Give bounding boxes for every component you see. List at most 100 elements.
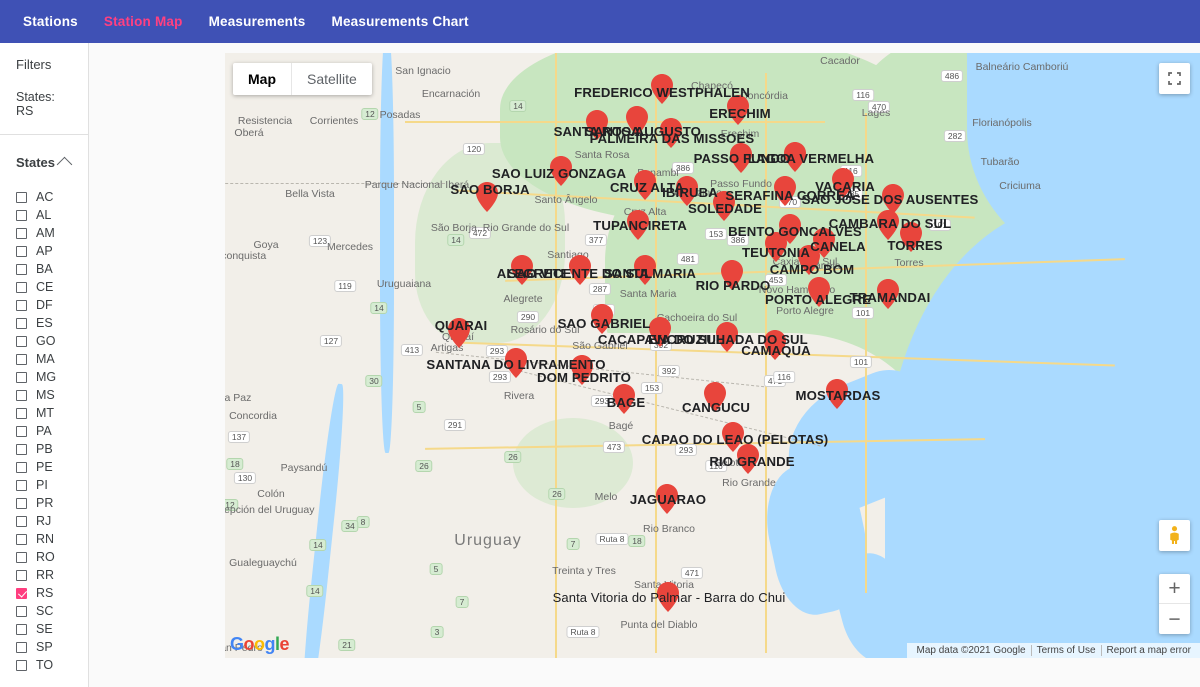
state-filter-ba[interactable]: BA — [16, 260, 74, 278]
station-marker-label: TEUTONIA — [742, 245, 810, 260]
road-shield: 21 — [338, 639, 356, 651]
state-filter-al[interactable]: AL — [16, 206, 74, 224]
checkbox-rs[interactable] — [16, 587, 27, 599]
checkbox-al[interactable] — [16, 209, 27, 221]
state-filter-ro[interactable]: RO — [16, 548, 74, 566]
road-shield: 127 — [319, 335, 343, 347]
road-shield: 153 — [704, 228, 728, 240]
street-view-pegman-icon[interactable] — [1159, 520, 1190, 551]
checkbox-rn[interactable] — [16, 533, 27, 545]
checkbox-pb[interactable] — [16, 443, 27, 455]
state-filter-mg[interactable]: MG — [16, 368, 74, 386]
google-logo-letter: o — [243, 634, 255, 654]
state-filter-pr[interactable]: PR — [16, 494, 74, 512]
state-filter-rr[interactable]: RR — [16, 566, 74, 584]
zoom-out-button[interactable]: − — [1159, 604, 1190, 634]
checkbox-ac[interactable] — [16, 191, 27, 203]
road-shield: 30 — [365, 375, 383, 387]
state-filter-ce[interactable]: CE — [16, 278, 74, 296]
checkbox-to[interactable] — [16, 659, 27, 671]
states-filter-card: States AC AL AM AP BA CE DF ES GO MA MG MS MT PA PB PE P… — [0, 135, 88, 684]
checkbox-mt[interactable] — [16, 407, 27, 419]
checkbox-ap[interactable] — [16, 245, 27, 257]
state-filter-rn[interactable]: RN — [16, 530, 74, 548]
state-filter-rj[interactable]: RJ — [16, 512, 74, 530]
checkbox-rr[interactable] — [16, 569, 27, 581]
checkbox-es[interactable] — [16, 317, 27, 329]
state-filter-sc[interactable]: SC — [16, 602, 74, 620]
state-filter-pa[interactable]: PA — [16, 422, 74, 440]
road-shield: 18 — [226, 458, 244, 470]
fullscreen-icon[interactable] — [1159, 63, 1190, 94]
road-shield: 3 — [430, 626, 444, 638]
checkbox-ce[interactable] — [16, 281, 27, 293]
map-place-label: Rio Grande — [722, 477, 776, 489]
station-marker-label: CAMAQUA — [741, 343, 811, 358]
road-shield: 282 — [943, 130, 967, 142]
map-type-control[interactable]: Map Satellite — [233, 63, 372, 95]
state-filter-pe[interactable]: PE — [16, 458, 74, 476]
nav-tab-measurements[interactable]: Measurements — [196, 0, 319, 43]
road-shield: 14 — [509, 100, 527, 112]
checkbox-sp[interactable] — [16, 641, 27, 653]
state-filter-pb[interactable]: PB — [16, 440, 74, 458]
checkbox-mg[interactable] — [16, 371, 27, 383]
nav-tab-stations[interactable]: Stations — [10, 0, 91, 43]
map-place-label: Colón — [257, 488, 285, 500]
checkbox-rj[interactable] — [16, 515, 27, 527]
state-filter-sp[interactable]: SP — [16, 638, 74, 656]
road-shield: 26 — [548, 488, 566, 500]
checkbox-go[interactable] — [16, 335, 27, 347]
state-filter-ms[interactable]: MS — [16, 386, 74, 404]
google-map[interactable]: Map Satellite + − Google Map data ©2021 … — [225, 53, 1200, 658]
checkbox-am[interactable] — [16, 227, 27, 239]
state-filter-to[interactable]: TO — [16, 656, 74, 674]
nav-tab-measurements-chart[interactable]: Measurements Chart — [319, 0, 482, 43]
state-filter-ac[interactable]: AC — [16, 188, 74, 206]
state-filter-am[interactable]: AM — [16, 224, 74, 242]
report-map-error-link[interactable]: Report a map error — [1100, 645, 1196, 656]
state-filter-rs[interactable]: RS — [16, 584, 74, 602]
state-filter-se[interactable]: SE — [16, 620, 74, 638]
nav-tab-station-map[interactable]: Station Map — [91, 0, 196, 43]
checkbox-df[interactable] — [16, 299, 27, 311]
google-logo-letter: o — [254, 634, 265, 654]
state-filter-go[interactable]: GO — [16, 332, 74, 350]
road-shield: 481 — [676, 253, 700, 265]
checkbox-pa[interactable] — [16, 425, 27, 437]
chevron-up-icon[interactable] — [56, 156, 73, 172]
zoom-in-button[interactable]: + — [1159, 574, 1190, 604]
terms-of-use-link[interactable]: Terms of Use — [1030, 645, 1101, 656]
state-filter-ap[interactable]: AP — [16, 242, 74, 260]
map-place-label: Bagé — [608, 420, 634, 432]
map-place-label: Reconquista — [225, 250, 267, 262]
checkbox-se[interactable] — [16, 623, 27, 635]
road-shield: 14 — [447, 234, 465, 246]
road-shield: 26 — [415, 460, 433, 472]
checkbox-ms[interactable] — [16, 389, 27, 401]
checkbox-ba[interactable] — [16, 263, 27, 275]
map-place-label: Corrientes — [309, 115, 359, 127]
map-type-map-button[interactable]: Map — [233, 63, 291, 95]
station-marker-label: ERECHIM — [709, 106, 771, 121]
state-filter-mt[interactable]: MT — [16, 404, 74, 422]
state-filter-df[interactable]: DF — [16, 296, 74, 314]
zoom-control[interactable]: + − — [1159, 574, 1190, 634]
state-label-pe: PE — [36, 460, 53, 474]
checkbox-pr[interactable] — [16, 497, 27, 509]
station-marker-label: SAO GABRIEL — [557, 316, 651, 331]
checkbox-sc[interactable] — [16, 605, 27, 617]
map-type-satellite-button[interactable]: Satellite — [291, 63, 372, 95]
state-filter-pi[interactable]: PI — [16, 476, 74, 494]
checkbox-pe[interactable] — [16, 461, 27, 473]
station-marker-label: SOLEDADE — [687, 201, 763, 216]
state-label-ap: AP — [36, 244, 53, 258]
state-filter-es[interactable]: ES — [16, 314, 74, 332]
map-place-label: Bella Vista — [285, 188, 335, 200]
checkbox-ro[interactable] — [16, 551, 27, 563]
checkbox-pi[interactable] — [16, 479, 27, 491]
states-section-header[interactable]: States — [16, 155, 74, 172]
checkbox-ma[interactable] — [16, 353, 27, 365]
state-filter-ma[interactable]: MA — [16, 350, 74, 368]
map-place-label: Alegrete — [503, 293, 543, 305]
